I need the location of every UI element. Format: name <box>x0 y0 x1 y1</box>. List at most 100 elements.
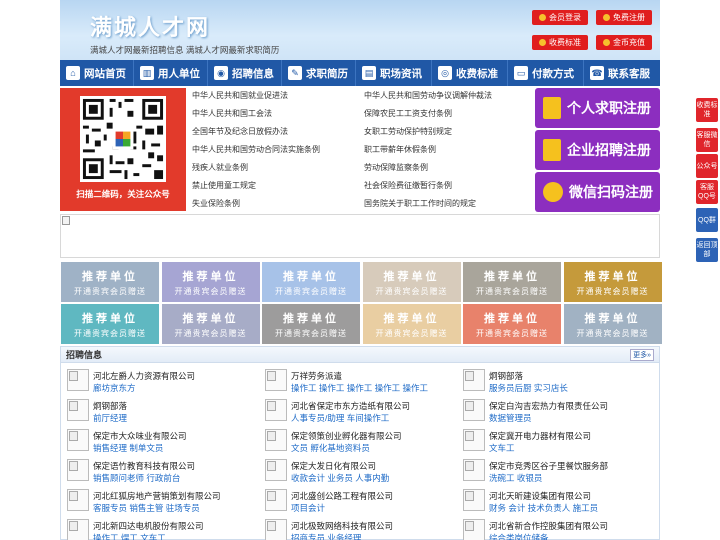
company-logo[interactable] <box>463 429 485 451</box>
register-button[interactable]: 免费注册 <box>596 10 652 25</box>
nav-payment[interactable]: ▭ 付款方式 <box>508 60 584 86</box>
nav-pricing[interactable]: ◎ 收费标准 <box>432 60 508 86</box>
company-logo[interactable] <box>265 519 287 540</box>
company-logo[interactable] <box>67 459 89 481</box>
company-name[interactable]: 保定冀开电力器材有限公司 <box>489 430 591 442</box>
law-link[interactable]: 中华人民共和国劳动争议调解仲裁法 <box>364 90 492 101</box>
nav-jobs[interactable]: ◉ 招聘信息 <box>208 60 282 86</box>
nav-news[interactable]: ▤ 职场资讯 <box>356 60 432 86</box>
company-logo[interactable] <box>463 399 485 421</box>
law-link[interactable]: 中华人民共和国劳动合同法实施条例 <box>192 144 320 155</box>
job-positions[interactable]: 综合类岗位储备 <box>489 532 549 540</box>
float-wechat-service[interactable]: 客服微信 <box>696 128 718 152</box>
company-logo[interactable] <box>67 519 89 540</box>
nav-home[interactable]: ⌂ 网站首页 <box>60 60 134 86</box>
law-link[interactable]: 残疾人就业条例 <box>192 162 248 173</box>
wechat-register-button[interactable]: 微信扫码注册 <box>535 172 660 212</box>
job-positions[interactable]: 项目会计 <box>291 502 325 514</box>
company-name[interactable]: 河北省新合作控股集团有限公司 <box>489 520 608 532</box>
company-logo[interactable] <box>67 399 89 421</box>
company-name[interactable]: 保定市竞秀区谷子里餐饮服务部 <box>489 460 608 472</box>
job-positions[interactable]: 招商专员 业务经理 <box>291 532 361 540</box>
recommend-tile[interactable]: 推荐单位 开通贵宾会员赠送 <box>262 262 360 302</box>
law-link[interactable]: 女职工劳动保护特别规定 <box>364 126 452 137</box>
company-name[interactable]: 炯钢部落 <box>489 370 523 382</box>
company-name[interactable]: 河北红狐房地产营销策划有限公司 <box>93 490 221 502</box>
recommend-tile[interactable]: 推荐单位 开通贵宾会员赠送 <box>463 262 561 302</box>
law-link[interactable]: 社会保险费征缴暂行条例 <box>364 180 452 191</box>
law-link[interactable]: 失业保险条例 <box>192 198 240 209</box>
company-name[interactable]: 河北盛创公路工程有限公司 <box>291 490 393 502</box>
job-positions[interactable]: 服务员后厨 实习店长 <box>489 382 568 394</box>
job-positions[interactable]: 前厅经理 <box>93 412 127 424</box>
company-logo[interactable] <box>67 489 89 511</box>
company-register-button[interactable]: 企业招聘注册 <box>535 130 660 170</box>
personal-register-button[interactable]: 个人求职注册 <box>535 88 660 128</box>
recommend-tile[interactable]: 推荐单位 开通贵宾会员赠送 <box>463 304 561 344</box>
company-name[interactable]: 万祥劳务派遣 <box>291 370 342 382</box>
job-positions[interactable]: 洗碗工 收银员 <box>489 472 542 484</box>
company-name[interactable]: 保定市大众味业有限公司 <box>93 430 187 442</box>
law-link[interactable]: 中华人民共和国就业促进法 <box>192 90 288 101</box>
job-positions[interactable]: 人事专员/助理 车间操作工 <box>291 412 389 424</box>
job-positions[interactable]: 廊坊京东方 <box>93 382 136 394</box>
job-positions[interactable]: 文员 孵化基地资料员 <box>291 442 370 454</box>
law-link[interactable]: 职工带薪年休假条例 <box>364 144 436 155</box>
law-link[interactable]: 中华人民共和国工会法 <box>192 108 272 119</box>
company-logo[interactable] <box>265 459 287 481</box>
company-name[interactable]: 河北左爵人力资源有限公司 <box>93 370 195 382</box>
nav-resumes[interactable]: ✎ 求职简历 <box>282 60 356 86</box>
company-name[interactable]: 保定语竹教育科技有限公司 <box>93 460 195 472</box>
job-positions[interactable]: 销售经理 制单文员 <box>93 442 163 454</box>
more-link[interactable]: 更多» <box>630 348 654 361</box>
law-link[interactable]: 禁止使用童工规定 <box>192 180 256 191</box>
job-positions[interactable]: 操作工 操作工 操作工 操作工 操作工 <box>291 382 428 394</box>
back-to-top-button[interactable]: 返回顶部 <box>696 238 718 262</box>
job-positions[interactable]: 销售顾问老师 行政前台 <box>93 472 180 484</box>
company-logo[interactable] <box>463 489 485 511</box>
company-logo[interactable] <box>265 399 287 421</box>
job-positions[interactable]: 数据管理员 <box>489 412 532 424</box>
company-name[interactable]: 河北新四达电机股份有限公司 <box>93 520 204 532</box>
law-link[interactable]: 劳动保障监察条例 <box>364 162 428 173</box>
law-link[interactable]: 国务院关于职工工作时间的规定 <box>364 198 476 209</box>
law-link[interactable]: 保障农民工工资支付条例 <box>364 108 452 119</box>
company-name[interactable]: 保定领策创业孵化器有限公司 <box>291 430 402 442</box>
company-logo[interactable] <box>463 459 485 481</box>
recommend-tile[interactable]: 推荐单位 开通贵宾会员赠送 <box>161 304 260 344</box>
company-logo[interactable] <box>265 489 287 511</box>
recommend-tile[interactable]: 推荐单位 开通贵宾会员赠送 <box>61 304 159 344</box>
company-logo[interactable] <box>67 429 89 451</box>
recommend-tile[interactable]: 推荐单位 开通贵宾会员赠送 <box>262 304 360 344</box>
nav-employers[interactable]: ▥ 用人单位 <box>134 60 208 86</box>
login-button[interactable]: 会员登录 <box>532 10 588 25</box>
nav-contact[interactable]: ☎ 联系客服 <box>584 60 660 86</box>
job-positions[interactable]: 操作工 焊工 文车工 <box>93 532 166 540</box>
company-name[interactable]: 保定白沟吉宏热力有限责任公司 <box>489 400 608 412</box>
job-positions[interactable]: 收款会计 业务员 人事内勤 <box>291 472 389 484</box>
float-pricing[interactable]: 收费标准 <box>696 98 718 122</box>
recommend-tile[interactable]: 推荐单位 开通贵宾会员赠送 <box>161 262 260 302</box>
company-logo[interactable] <box>463 519 485 540</box>
recommend-tile[interactable]: 推荐单位 开通贵宾会员赠送 <box>563 262 662 302</box>
company-name[interactable]: 河北省保定市东方造纸有限公司 <box>291 400 410 412</box>
site-logo-title[interactable]: 满城人才网 <box>90 10 210 42</box>
job-positions[interactable]: 财务 会计 技术负责人 施工员 <box>489 502 598 514</box>
recharge-button[interactable]: 金币充值 <box>596 35 652 50</box>
company-logo[interactable] <box>265 429 287 451</box>
company-name[interactable]: 炯钢部落 <box>93 400 127 412</box>
float-official-account[interactable]: 公众号 <box>696 154 718 178</box>
ad-banner[interactable] <box>60 214 660 258</box>
company-name[interactable]: 保定大发日化有限公司 <box>291 460 376 472</box>
float-qq-service[interactable]: 客服QQ号 <box>696 180 718 204</box>
float-qq-group[interactable]: QQ群 <box>696 208 718 232</box>
job-positions[interactable]: 客服专员 销售主管 驻场专员 <box>93 502 200 514</box>
company-logo[interactable] <box>67 369 89 391</box>
job-positions[interactable]: 文车工 <box>489 442 515 454</box>
recommend-tile[interactable]: 推荐单位 开通贵宾会员赠送 <box>563 304 662 344</box>
recommend-tile[interactable]: 推荐单位 开通贵宾会员赠送 <box>362 262 461 302</box>
company-name[interactable]: 河北极致网络科技有限公司 <box>291 520 393 532</box>
company-logo[interactable] <box>265 369 287 391</box>
company-name[interactable]: 河北天昕建设集团有限公司 <box>489 490 591 502</box>
law-link[interactable]: 全国年节及纪念日放假办法 <box>192 126 288 137</box>
